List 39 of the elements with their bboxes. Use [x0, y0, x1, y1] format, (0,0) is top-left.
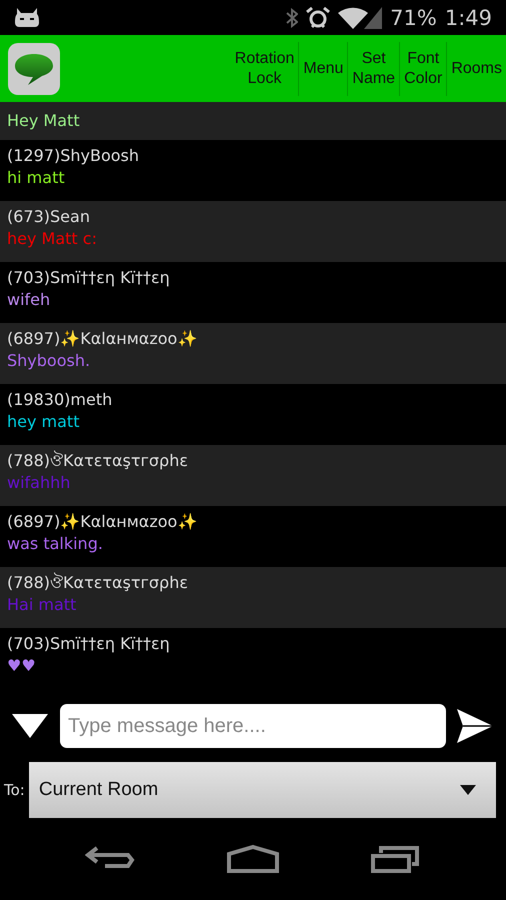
recent-apps-icon[interactable]: [370, 844, 421, 874]
message-sender: (788)ঔKατεταşτгσρhε: [7, 573, 188, 593]
alarm-icon: [306, 6, 330, 28]
wifi-icon: [338, 6, 382, 28]
message-sender: (703)Smï††εη Kï††εη: [7, 268, 170, 288]
header-button[interactable]: Rooms: [446, 42, 506, 96]
message-text: hey matt: [7, 412, 80, 432]
message-text: hey Matt c:: [7, 229, 97, 249]
message-sender: (788)ঔKατεταşτгσρhε: [7, 451, 188, 471]
clock-time: 1:49: [444, 6, 492, 30]
message-text: was talking.: [7, 534, 103, 554]
app-logo: [8, 42, 60, 94]
home-icon[interactable]: [226, 844, 280, 874]
header-button[interactable]: Set Name: [347, 42, 400, 96]
message-text: ♥♥: [7, 656, 36, 676]
header-button[interactable]: Font Color: [399, 42, 446, 96]
message-input[interactable]: Type message here....: [60, 704, 446, 748]
message-text: Hey Matt: [7, 111, 80, 131]
message-text: Shyboosh.: [7, 351, 90, 371]
caret-icon: [460, 785, 476, 795]
message-text: wifeh: [7, 290, 50, 310]
bluetooth-icon: [286, 8, 298, 28]
recipient-dropdown[interactable]: Current Room: [28, 762, 496, 818]
message-text: wifahhh: [7, 473, 70, 493]
message-sender: (6897)✨Kαlαнмαzoo✨: [7, 512, 198, 532]
robot-icon: [14, 8, 40, 28]
message-sender: (703)Smï††εη Kï††εη: [7, 634, 170, 654]
recipient-label: To:: [4, 781, 25, 799]
message-sender: (6897)✨Kαlαнмαzoo✨: [7, 329, 198, 349]
header-button[interactable]: Menu: [298, 42, 348, 96]
message-text: Hai matt: [7, 595, 76, 615]
message-sender: (19830)meth: [7, 390, 112, 410]
message-text: hi matt: [7, 168, 65, 188]
header-button[interactable]: Rotation Lock: [230, 42, 298, 96]
message-sender: (1297)ShyBoosh: [7, 146, 139, 166]
battery-percent: 71%: [390, 6, 437, 30]
send-icon[interactable]: [456, 708, 494, 744]
message-sender: (673)Sean: [7, 207, 90, 227]
expand-triangle-icon[interactable]: [10, 712, 50, 740]
